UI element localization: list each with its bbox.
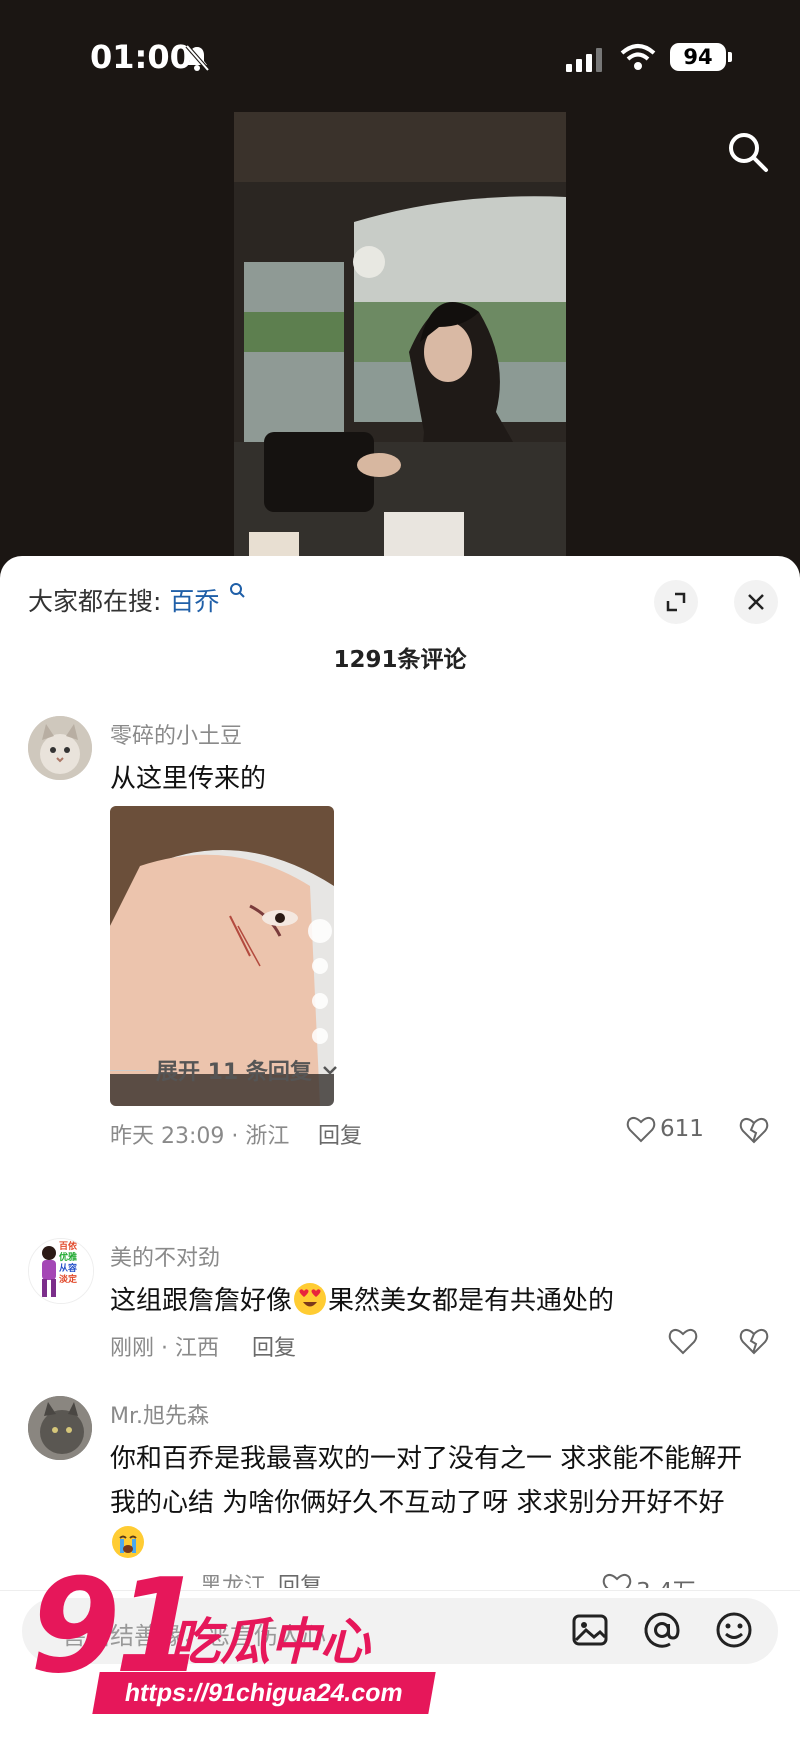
chevron-down-icon bbox=[323, 1066, 337, 1075]
like-button[interactable]: 611 bbox=[626, 1115, 704, 1143]
expand-sheet-button[interactable] bbox=[654, 580, 698, 624]
bell-off-icon bbox=[185, 44, 210, 72]
avatar-badge-line4: 淡定 bbox=[59, 1275, 78, 1285]
comment-username[interactable]: 美的不对劲 bbox=[110, 1240, 220, 1272]
cellular-signal-icon bbox=[566, 48, 602, 72]
expand-replies-label: 展开 11 条回复 bbox=[156, 1060, 312, 1085]
mention-icon[interactable] bbox=[642, 1610, 682, 1650]
hot-search-label: 大家都在搜: bbox=[28, 587, 162, 616]
comment-text-line1: 你和百乔是我最喜欢的一对了没有之一 求求能不能解开 bbox=[110, 1444, 743, 1474]
expand-icon bbox=[666, 592, 686, 612]
expand-replies-button[interactable]: 展开 11 条回复 bbox=[110, 1054, 338, 1086]
dislike-heart-icon[interactable] bbox=[739, 1327, 769, 1355]
battery-level: 94 bbox=[670, 43, 726, 71]
heart-icon bbox=[626, 1116, 656, 1143]
comment-text-part1: 这组跟詹詹好像 bbox=[110, 1286, 293, 1316]
like-count: 611 bbox=[660, 1116, 704, 1142]
search-icon bbox=[230, 583, 246, 598]
status-bar: 01:00 94 bbox=[0, 0, 800, 112]
comment-text: 这组跟詹詹好像 果然美女都是有共通处的 bbox=[110, 1280, 614, 1317]
cat-avatar-icon bbox=[28, 1396, 92, 1460]
avatar-badge-line1: 百依 bbox=[59, 1242, 78, 1252]
image-icon[interactable] bbox=[570, 1610, 610, 1650]
like-button[interactable]: 3.4万 bbox=[602, 1572, 696, 1588]
comment-text-line2: 我的心结 为啥你俩好久不互动了呀 求求别分开好不好 bbox=[110, 1488, 725, 1518]
comment-username[interactable]: 零碎的小土豆 bbox=[110, 718, 242, 750]
dislike-heart-icon[interactable] bbox=[739, 1116, 769, 1144]
avatar[interactable] bbox=[28, 1396, 92, 1460]
hot-search-keyword[interactable]: 百乔 bbox=[169, 587, 219, 616]
watermark-logo: 91 吃瓜中心 https://91chigua24.com bbox=[30, 1556, 436, 1722]
wifi-icon bbox=[620, 44, 656, 70]
search-icon[interactable] bbox=[726, 130, 770, 174]
cat-avatar-icon bbox=[28, 716, 92, 780]
emoji-icon[interactable] bbox=[714, 1610, 754, 1650]
heart-icon[interactable] bbox=[668, 1327, 698, 1355]
divider-line bbox=[110, 1069, 146, 1071]
video-frame-illustration bbox=[234, 112, 566, 556]
reply-button[interactable]: 回复 bbox=[252, 1330, 296, 1362]
hot-search[interactable]: 大家都在搜: 百乔 bbox=[28, 582, 246, 618]
close-icon bbox=[748, 594, 764, 610]
comment-time-location: 昨天 23:09 · 浙江 bbox=[110, 1124, 290, 1149]
heart-eyes-emoji-icon bbox=[294, 1283, 327, 1315]
comment-username[interactable]: Mr.旭先森 bbox=[110, 1398, 209, 1430]
avatar-badge-text: 百依 优雅 从容 淡定 bbox=[59, 1242, 77, 1286]
avatar[interactable]: 百依 优雅 从容 淡定 bbox=[28, 1238, 94, 1304]
reply-button[interactable]: 回复 bbox=[318, 1118, 362, 1150]
watermark-url: https://91chigua24.com bbox=[92, 1672, 436, 1714]
comment-time-location: 刚刚 · 江西 bbox=[110, 1336, 219, 1361]
avatar-badge-line2: 优雅 bbox=[59, 1253, 78, 1263]
battery-cap bbox=[728, 52, 732, 62]
status-time: 01:00 bbox=[90, 38, 192, 76]
avatar[interactable] bbox=[28, 716, 92, 780]
comment-count: 1291条评论 bbox=[333, 647, 467, 673]
comment-text-part2: 果然美女都是有共通处的 bbox=[328, 1286, 615, 1316]
watermark-title: 吃瓜中心 bbox=[170, 1613, 370, 1671]
close-sheet-button[interactable] bbox=[734, 580, 778, 624]
comment-text: 从这里传来的 bbox=[110, 764, 267, 794]
avatar-badge-line3: 从容 bbox=[59, 1264, 78, 1274]
video-frame-image[interactable] bbox=[234, 112, 566, 556]
heart-icon bbox=[602, 1573, 632, 1588]
like-count: 3.4万 bbox=[636, 1572, 696, 1588]
